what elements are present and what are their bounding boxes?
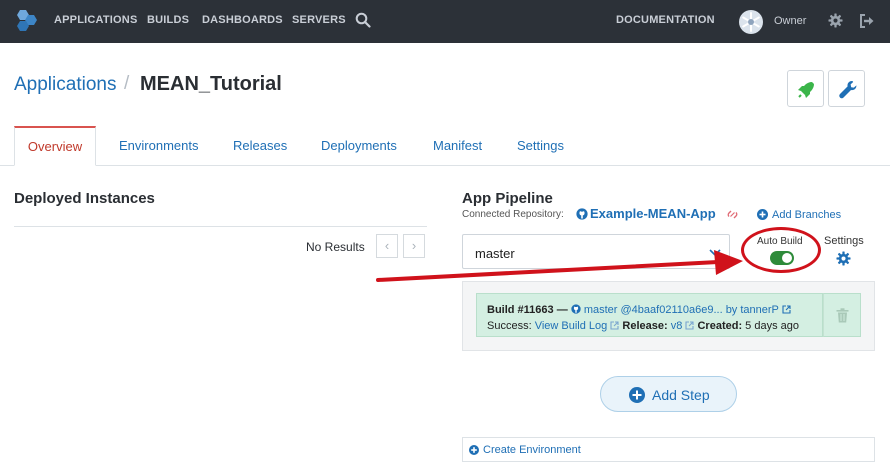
- connected-repo-label: Connected Repository:: [462, 209, 564, 220]
- tab-overview[interactable]: Overview: [14, 126, 96, 166]
- wrench-icon: [839, 81, 857, 99]
- external-link-icon[interactable]: [685, 321, 694, 330]
- created-label: Created:: [697, 320, 743, 332]
- nav-documentation[interactable]: DOCUMENTATION: [616, 14, 715, 26]
- build-item: Build #11663 — master @4baaf02110a6e9...…: [476, 293, 823, 337]
- branch-select[interactable]: master: [462, 234, 730, 269]
- pipeline-settings-gear-icon[interactable]: [836, 251, 851, 266]
- prev-page-button[interactable]: ‹: [376, 234, 398, 258]
- user-name[interactable]: Owner: [774, 15, 806, 27]
- release-label: Release:: [622, 320, 668, 332]
- app-logo-icon[interactable]: [13, 9, 39, 33]
- deploy-button[interactable]: [787, 70, 824, 107]
- add-branches-link[interactable]: Add Branches: [772, 209, 841, 221]
- deployed-instances-title: Deployed Instances: [14, 190, 155, 207]
- plus-circle-icon: [629, 387, 645, 403]
- add-step-button[interactable]: Add Step: [600, 376, 737, 412]
- create-environment-link: Create Environment: [483, 444, 581, 456]
- chevron-down-icon: [709, 249, 721, 257]
- branch-select-value: master: [475, 246, 515, 261]
- rocket-icon: [798, 82, 814, 98]
- tools-button[interactable]: [828, 70, 865, 107]
- page-title: MEAN_Tutorial: [140, 73, 282, 95]
- created-value: 5 days ago: [745, 320, 799, 332]
- app-pipeline-title: App Pipeline: [462, 190, 553, 207]
- commit-link[interactable]: master @4baaf02110a6e9...: [584, 304, 723, 316]
- nav-dashboards[interactable]: DASHBOARDS: [202, 14, 283, 26]
- build-number: Build #11663 —: [487, 304, 568, 316]
- pipeline-stage-card: Build #11663 — master @4baaf02110a6e9...…: [462, 281, 875, 351]
- repo-link[interactable]: Example-MEAN-App: [590, 206, 716, 221]
- tab-manifest[interactable]: Manifest: [433, 126, 482, 166]
- avatar[interactable]: [739, 10, 763, 34]
- nav-builds[interactable]: BUILDS: [147, 14, 189, 26]
- view-build-log-link[interactable]: View Build Log: [535, 320, 608, 332]
- nav-servers[interactable]: SERVERS: [292, 14, 346, 26]
- logout-icon[interactable]: [859, 14, 874, 28]
- tab-settings[interactable]: Settings: [517, 126, 564, 166]
- author-link[interactable]: by tannerP: [726, 304, 779, 316]
- tab-environments[interactable]: Environments: [119, 126, 198, 166]
- search-icon[interactable]: [355, 12, 371, 28]
- unlink-icon[interactable]: [727, 209, 738, 220]
- add-step-label: Add Step: [652, 387, 710, 403]
- tab-deployments[interactable]: Deployments: [321, 126, 397, 166]
- plus-circle-icon[interactable]: [757, 209, 768, 220]
- build-status-line: Success: View Build Log Release: v8 Crea…: [487, 320, 799, 332]
- trash-icon: [836, 308, 849, 323]
- pipeline-settings-label: Settings: [824, 235, 864, 247]
- next-page-button[interactable]: ›: [403, 234, 425, 258]
- breadcrumb-separator: /: [124, 73, 130, 94]
- divider: [14, 226, 427, 227]
- status-label: Success:: [487, 320, 532, 332]
- delete-build-button[interactable]: [823, 293, 861, 337]
- no-results-text: No Results: [306, 240, 365, 254]
- tab-bar: Overview Environments Releases Deploymen…: [0, 126, 890, 166]
- tab-releases[interactable]: Releases: [233, 126, 287, 166]
- create-environment-row[interactable]: Create Environment: [462, 437, 875, 462]
- external-link-icon[interactable]: [610, 321, 619, 330]
- snowflake-avatar-icon: [742, 12, 760, 32]
- external-link-icon[interactable]: [782, 305, 791, 314]
- github-icon: [576, 208, 588, 220]
- breadcrumb-applications[interactable]: Applications: [14, 74, 116, 96]
- release-link[interactable]: v8: [671, 320, 683, 332]
- build-info-line: Build #11663 — master @4baaf02110a6e9...…: [487, 304, 791, 316]
- nav-applications[interactable]: APPLICATIONS: [54, 14, 137, 26]
- plus-circle-icon: [469, 445, 479, 455]
- top-nav: APPLICATIONS BUILDS DASHBOARDS SERVERS D…: [0, 0, 890, 43]
- gear-icon[interactable]: [828, 13, 843, 28]
- github-icon: [571, 304, 581, 314]
- annotation-circle: [741, 227, 821, 273]
